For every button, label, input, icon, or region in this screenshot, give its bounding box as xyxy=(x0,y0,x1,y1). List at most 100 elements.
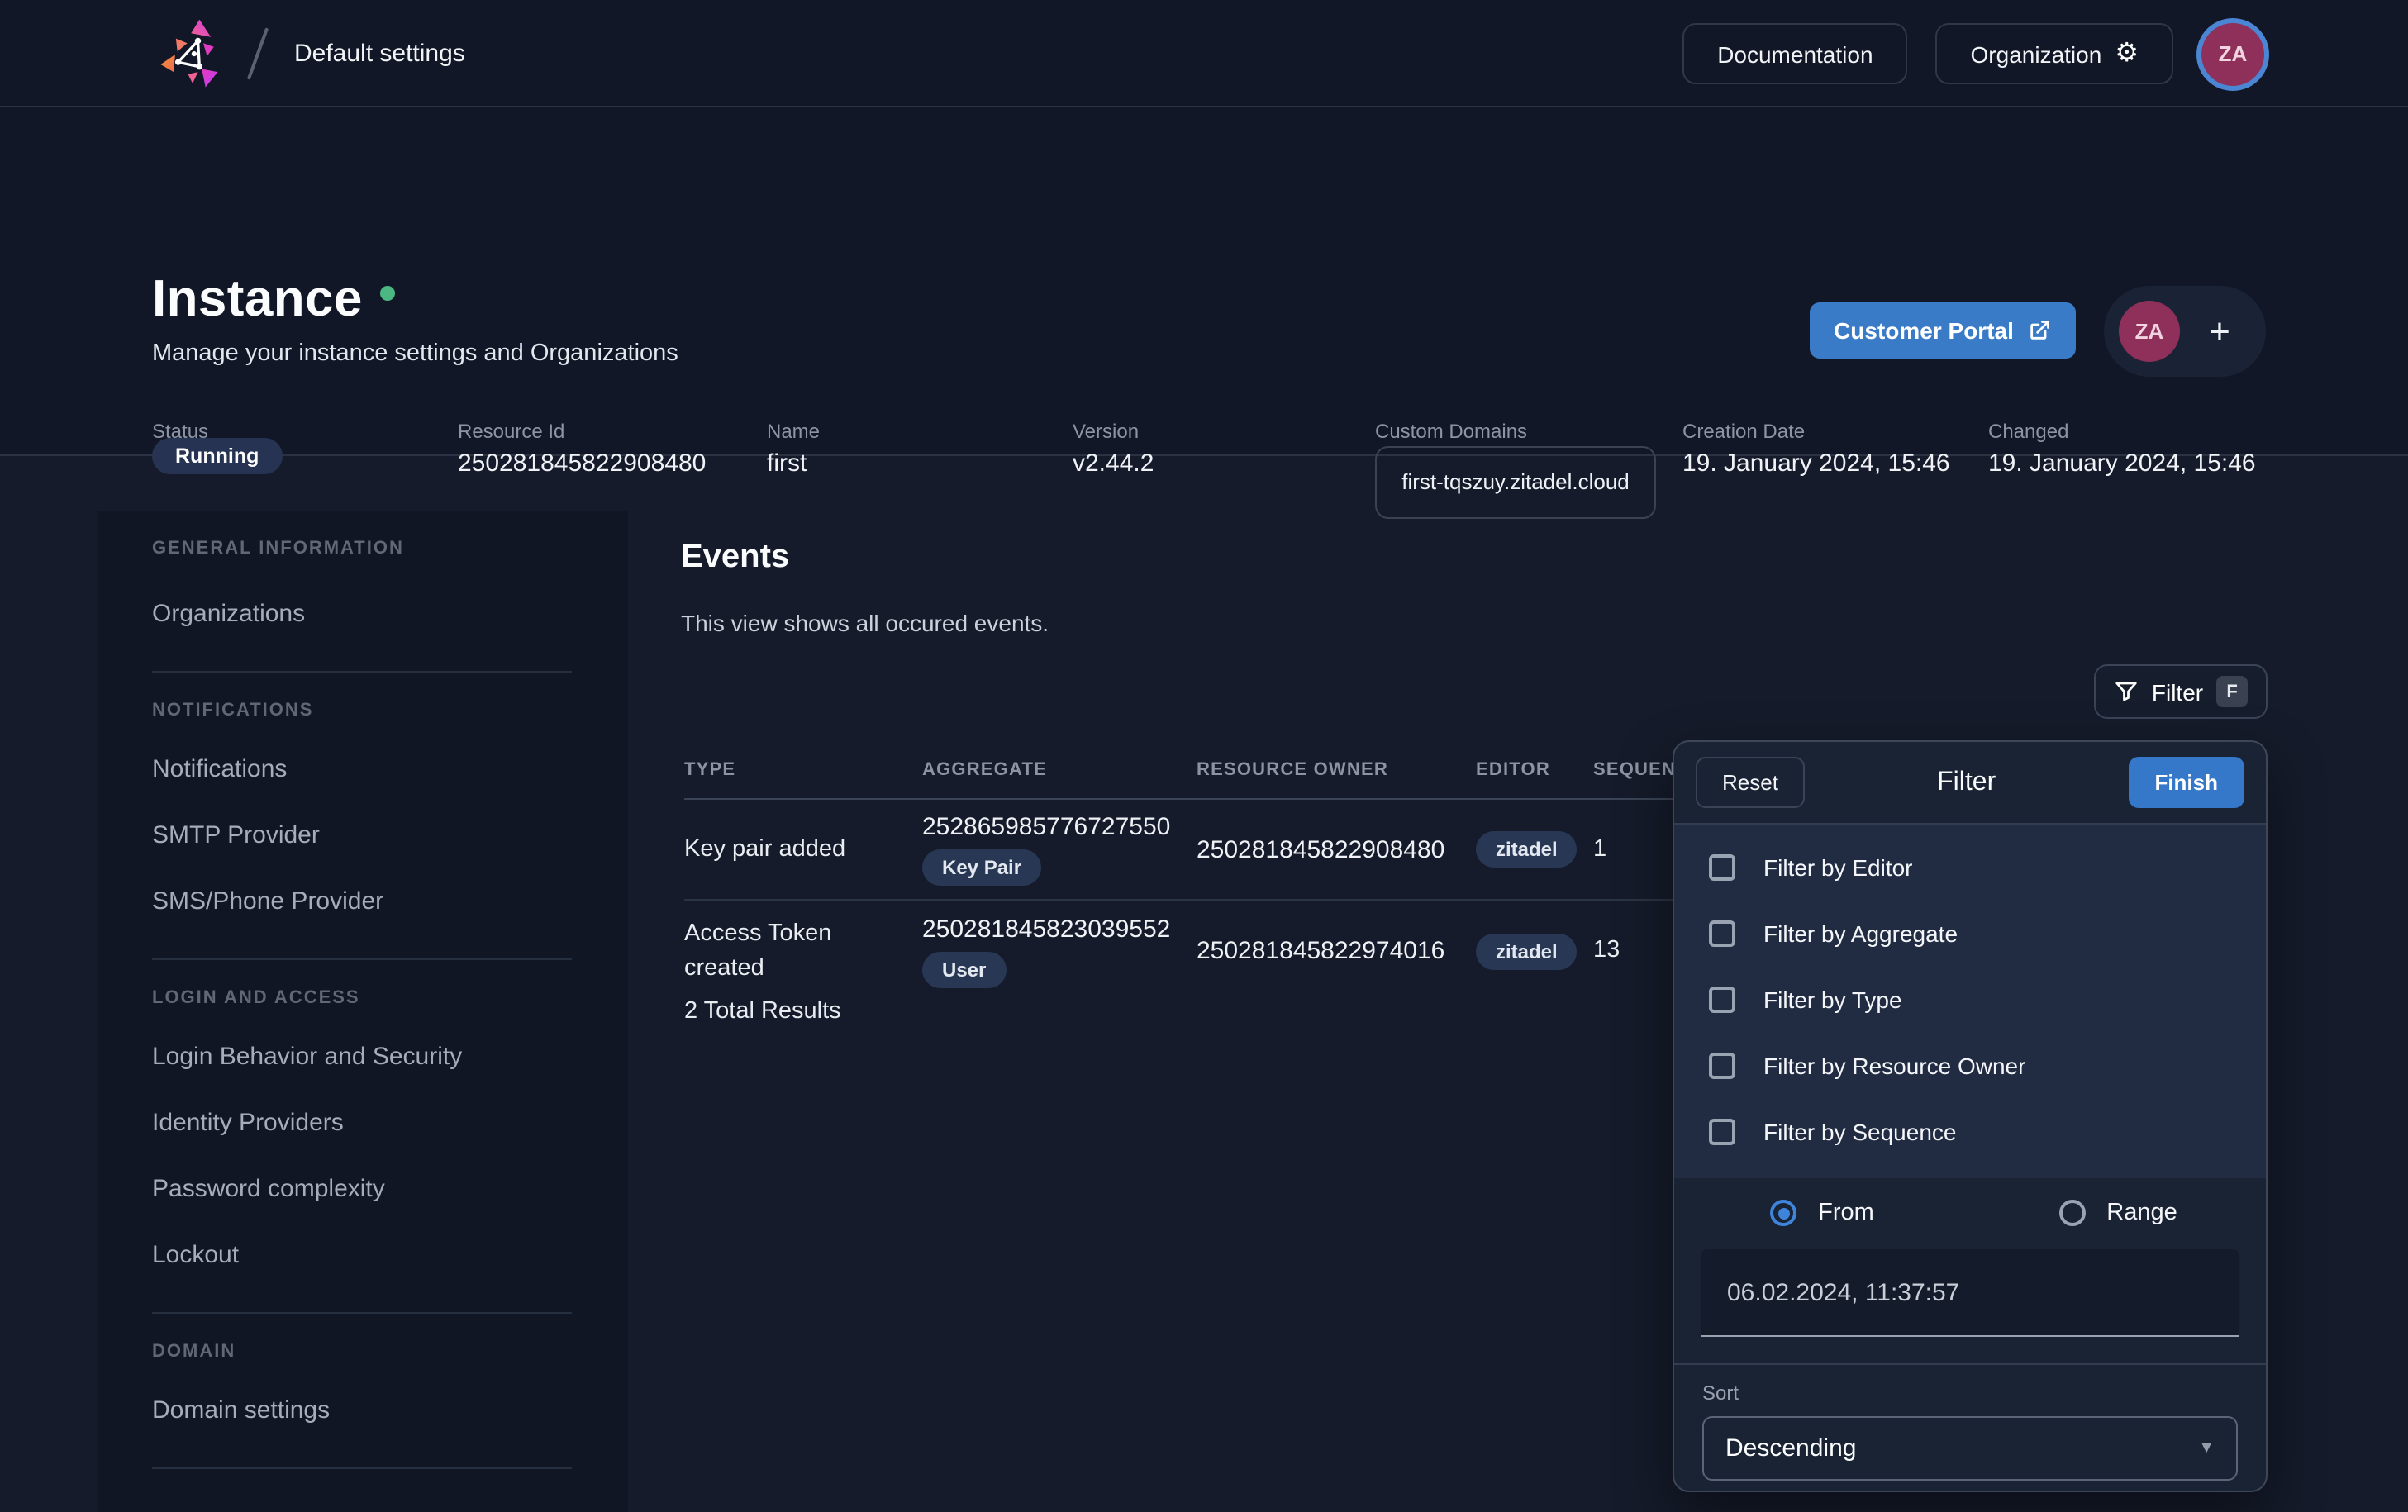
meta-label-resource-id: Resource Id xyxy=(458,420,564,443)
top-bar-actions: Documentation Organization ⚙︎ ZA xyxy=(1682,0,2264,107)
checkbox-icon[interactable] xyxy=(1709,1053,1735,1079)
organization-button[interactable]: Organization ⚙︎ xyxy=(1936,23,2173,84)
sidebar-item-domain-settings[interactable]: Domain settings xyxy=(152,1388,572,1431)
custom-domain-chip[interactable]: first-tqszuy.zitadel.cloud xyxy=(1375,446,1656,519)
sidebar-item-identity-providers[interactable]: Identity Providers xyxy=(152,1101,572,1144)
filter-option-sequence[interactable]: Filter by Sequence xyxy=(1674,1099,2266,1165)
meta-label-version: Version xyxy=(1073,420,1139,443)
sidebar-divider xyxy=(152,1467,572,1469)
filter-button[interactable]: Filter F xyxy=(2094,664,2268,719)
radio-selected-icon[interactable] xyxy=(1770,1200,1796,1226)
page-title: Instance xyxy=(152,269,396,329)
meta-label-changed: Changed xyxy=(1988,420,2068,443)
checkbox-icon[interactable] xyxy=(1709,854,1735,881)
from-radio-option[interactable]: From xyxy=(1674,1200,1970,1226)
sidebar-item-password-complexity[interactable]: Password complexity xyxy=(152,1167,572,1210)
sidebar-item-organizations[interactable]: Organizations xyxy=(152,592,572,635)
aggregate-id: 250281845823039552 xyxy=(922,915,1170,943)
breadcrumb-separator xyxy=(247,27,269,79)
sidebar-item-lockout[interactable]: Lockout xyxy=(152,1233,572,1276)
documentation-button-label: Documentation xyxy=(1717,40,1873,67)
sidebar-item-notifications[interactable]: Notifications xyxy=(152,747,572,790)
events-title: Events xyxy=(681,539,789,577)
event-aggregate: 252865985776727550 Key Pair xyxy=(922,800,1197,899)
filter-option-type[interactable]: Filter by Type xyxy=(1674,967,2266,1033)
reset-button[interactable]: Reset xyxy=(1696,757,1805,808)
page-subtitle: Manage your instance settings and Organi… xyxy=(152,340,678,367)
customer-portal-button[interactable]: Customer Portal xyxy=(1810,302,2076,359)
radio-unselected-icon[interactable] xyxy=(2058,1200,2085,1226)
sidebar-group-domain: DOMAIN xyxy=(152,1335,572,1368)
meta-value-resource-id: 250281845822908480 xyxy=(458,449,706,478)
funnel-icon xyxy=(2114,679,2139,704)
meta-value-changed: 19. January 2024, 15:46 xyxy=(1988,449,2256,478)
meta-value-version: v2.44.2 xyxy=(1073,449,1154,478)
events-description: This view shows all occured events. xyxy=(681,610,1049,636)
filter-button-label: Filter xyxy=(2152,678,2203,705)
column-header-aggregate: AGGREGATE xyxy=(922,759,1197,779)
instance-status-dot-icon xyxy=(381,286,396,301)
range-radio-option[interactable]: Range xyxy=(1970,1200,2266,1226)
filter-option-aggregate[interactable]: Filter by Aggregate xyxy=(1674,901,2266,967)
aggregate-type-badge: Key Pair xyxy=(922,849,1041,886)
time-mode-selector: From Range xyxy=(1674,1178,2266,1246)
column-header-resource-owner: RESOURCE OWNER xyxy=(1197,759,1476,779)
sidebar-item-smtp-provider[interactable]: SMTP Provider xyxy=(152,813,572,856)
filter-option-editor[interactable]: Filter by Editor xyxy=(1674,834,2266,901)
filter-option-resource-owner[interactable]: Filter by Resource Owner xyxy=(1674,1033,2266,1099)
organization-button-label: Organization xyxy=(1971,40,2102,67)
status-badge: Running xyxy=(152,438,282,474)
meta-label-custom-domains: Custom Domains xyxy=(1375,420,1527,443)
customer-portal-label: Customer Portal xyxy=(1834,317,2014,344)
gear-icon: ⚙︎ xyxy=(2115,40,2139,67)
checkbox-icon[interactable] xyxy=(1709,987,1735,1013)
settings-sidebar: GENERAL INFORMATION Organizations NOTIFI… xyxy=(98,511,628,1512)
zitadel-logo-icon[interactable] xyxy=(155,17,231,93)
from-datetime-input[interactable]: 06.02.2024, 11:37:57 xyxy=(1701,1249,2239,1337)
filter-panel: Reset Filter Finish Filter by Editor Fil… xyxy=(1673,740,2268,1492)
documentation-button[interactable]: Documentation xyxy=(1682,23,1907,84)
checkbox-icon[interactable] xyxy=(1709,920,1735,947)
checkbox-icon[interactable] xyxy=(1709,1119,1735,1145)
sidebar-divider xyxy=(152,671,572,673)
event-aggregate: 250281845823039552 User xyxy=(922,901,1197,1001)
sidebar-group-notifications: NOTIFICATIONS xyxy=(152,694,572,727)
avatar-initials: ZA xyxy=(2219,41,2248,66)
top-bar: Default settings Documentation Organizat… xyxy=(0,0,2408,107)
aggregate-type-badge: User xyxy=(922,951,1006,987)
zitadel-console: Default settings Documentation Organizat… xyxy=(0,0,2408,1512)
external-link-icon xyxy=(2029,319,2052,342)
sidebar-item-sms-phone-provider[interactable]: SMS/Phone Provider xyxy=(152,879,572,922)
instance-header: Instance Manage your instance settings a… xyxy=(0,107,2408,456)
event-type: Access Token created xyxy=(684,917,922,984)
total-results: 2 Total Results xyxy=(684,998,841,1025)
filter-options: Filter by Editor Filter by Aggregate Fil… xyxy=(1674,825,2266,1178)
column-header-editor: EDITOR xyxy=(1476,759,1593,779)
instance-avatar-group[interactable]: ZA + xyxy=(2104,286,2266,377)
finish-button[interactable]: Finish xyxy=(2128,757,2244,808)
meta-label-creation-date: Creation Date xyxy=(1682,420,1805,443)
meta-value-creation-date: 19. January 2024, 15:46 xyxy=(1682,449,1950,478)
event-resource-owner: 250281845822908480 xyxy=(1197,835,1476,863)
filter-shortcut-badge: F xyxy=(2216,676,2248,707)
breadcrumb-context-label: Default settings xyxy=(294,0,465,107)
meta-label-name: Name xyxy=(767,420,820,443)
sort-section: Sort Descending ▼ xyxy=(1674,1365,2266,1481)
aggregate-id: 252865985776727550 xyxy=(922,813,1170,841)
add-instance-plus-icon[interactable]: + xyxy=(2180,310,2266,353)
event-resource-owner: 250281845822974016 xyxy=(1197,937,1476,965)
sidebar-group-general-information: GENERAL INFORMATION xyxy=(152,511,572,572)
filter-panel-title: Filter xyxy=(1805,768,2129,797)
event-editor: zitadel xyxy=(1476,933,1593,969)
meta-value-name: first xyxy=(767,449,807,478)
instance-avatar[interactable]: ZA xyxy=(2119,301,2180,362)
sort-label: Sort xyxy=(1702,1381,2238,1405)
event-type: Key pair added xyxy=(684,833,922,867)
user-avatar[interactable]: ZA xyxy=(2201,22,2264,85)
sidebar-group-login-and-access: LOGIN AND ACCESS xyxy=(152,982,572,1015)
event-editor: zitadel xyxy=(1476,831,1593,868)
sort-select[interactable]: Descending ▼ xyxy=(1702,1416,2238,1481)
sidebar-divider xyxy=(152,958,572,960)
sidebar-item-login-behavior[interactable]: Login Behavior and Security xyxy=(152,1034,572,1077)
chevron-down-icon: ▼ xyxy=(2198,1439,2215,1457)
